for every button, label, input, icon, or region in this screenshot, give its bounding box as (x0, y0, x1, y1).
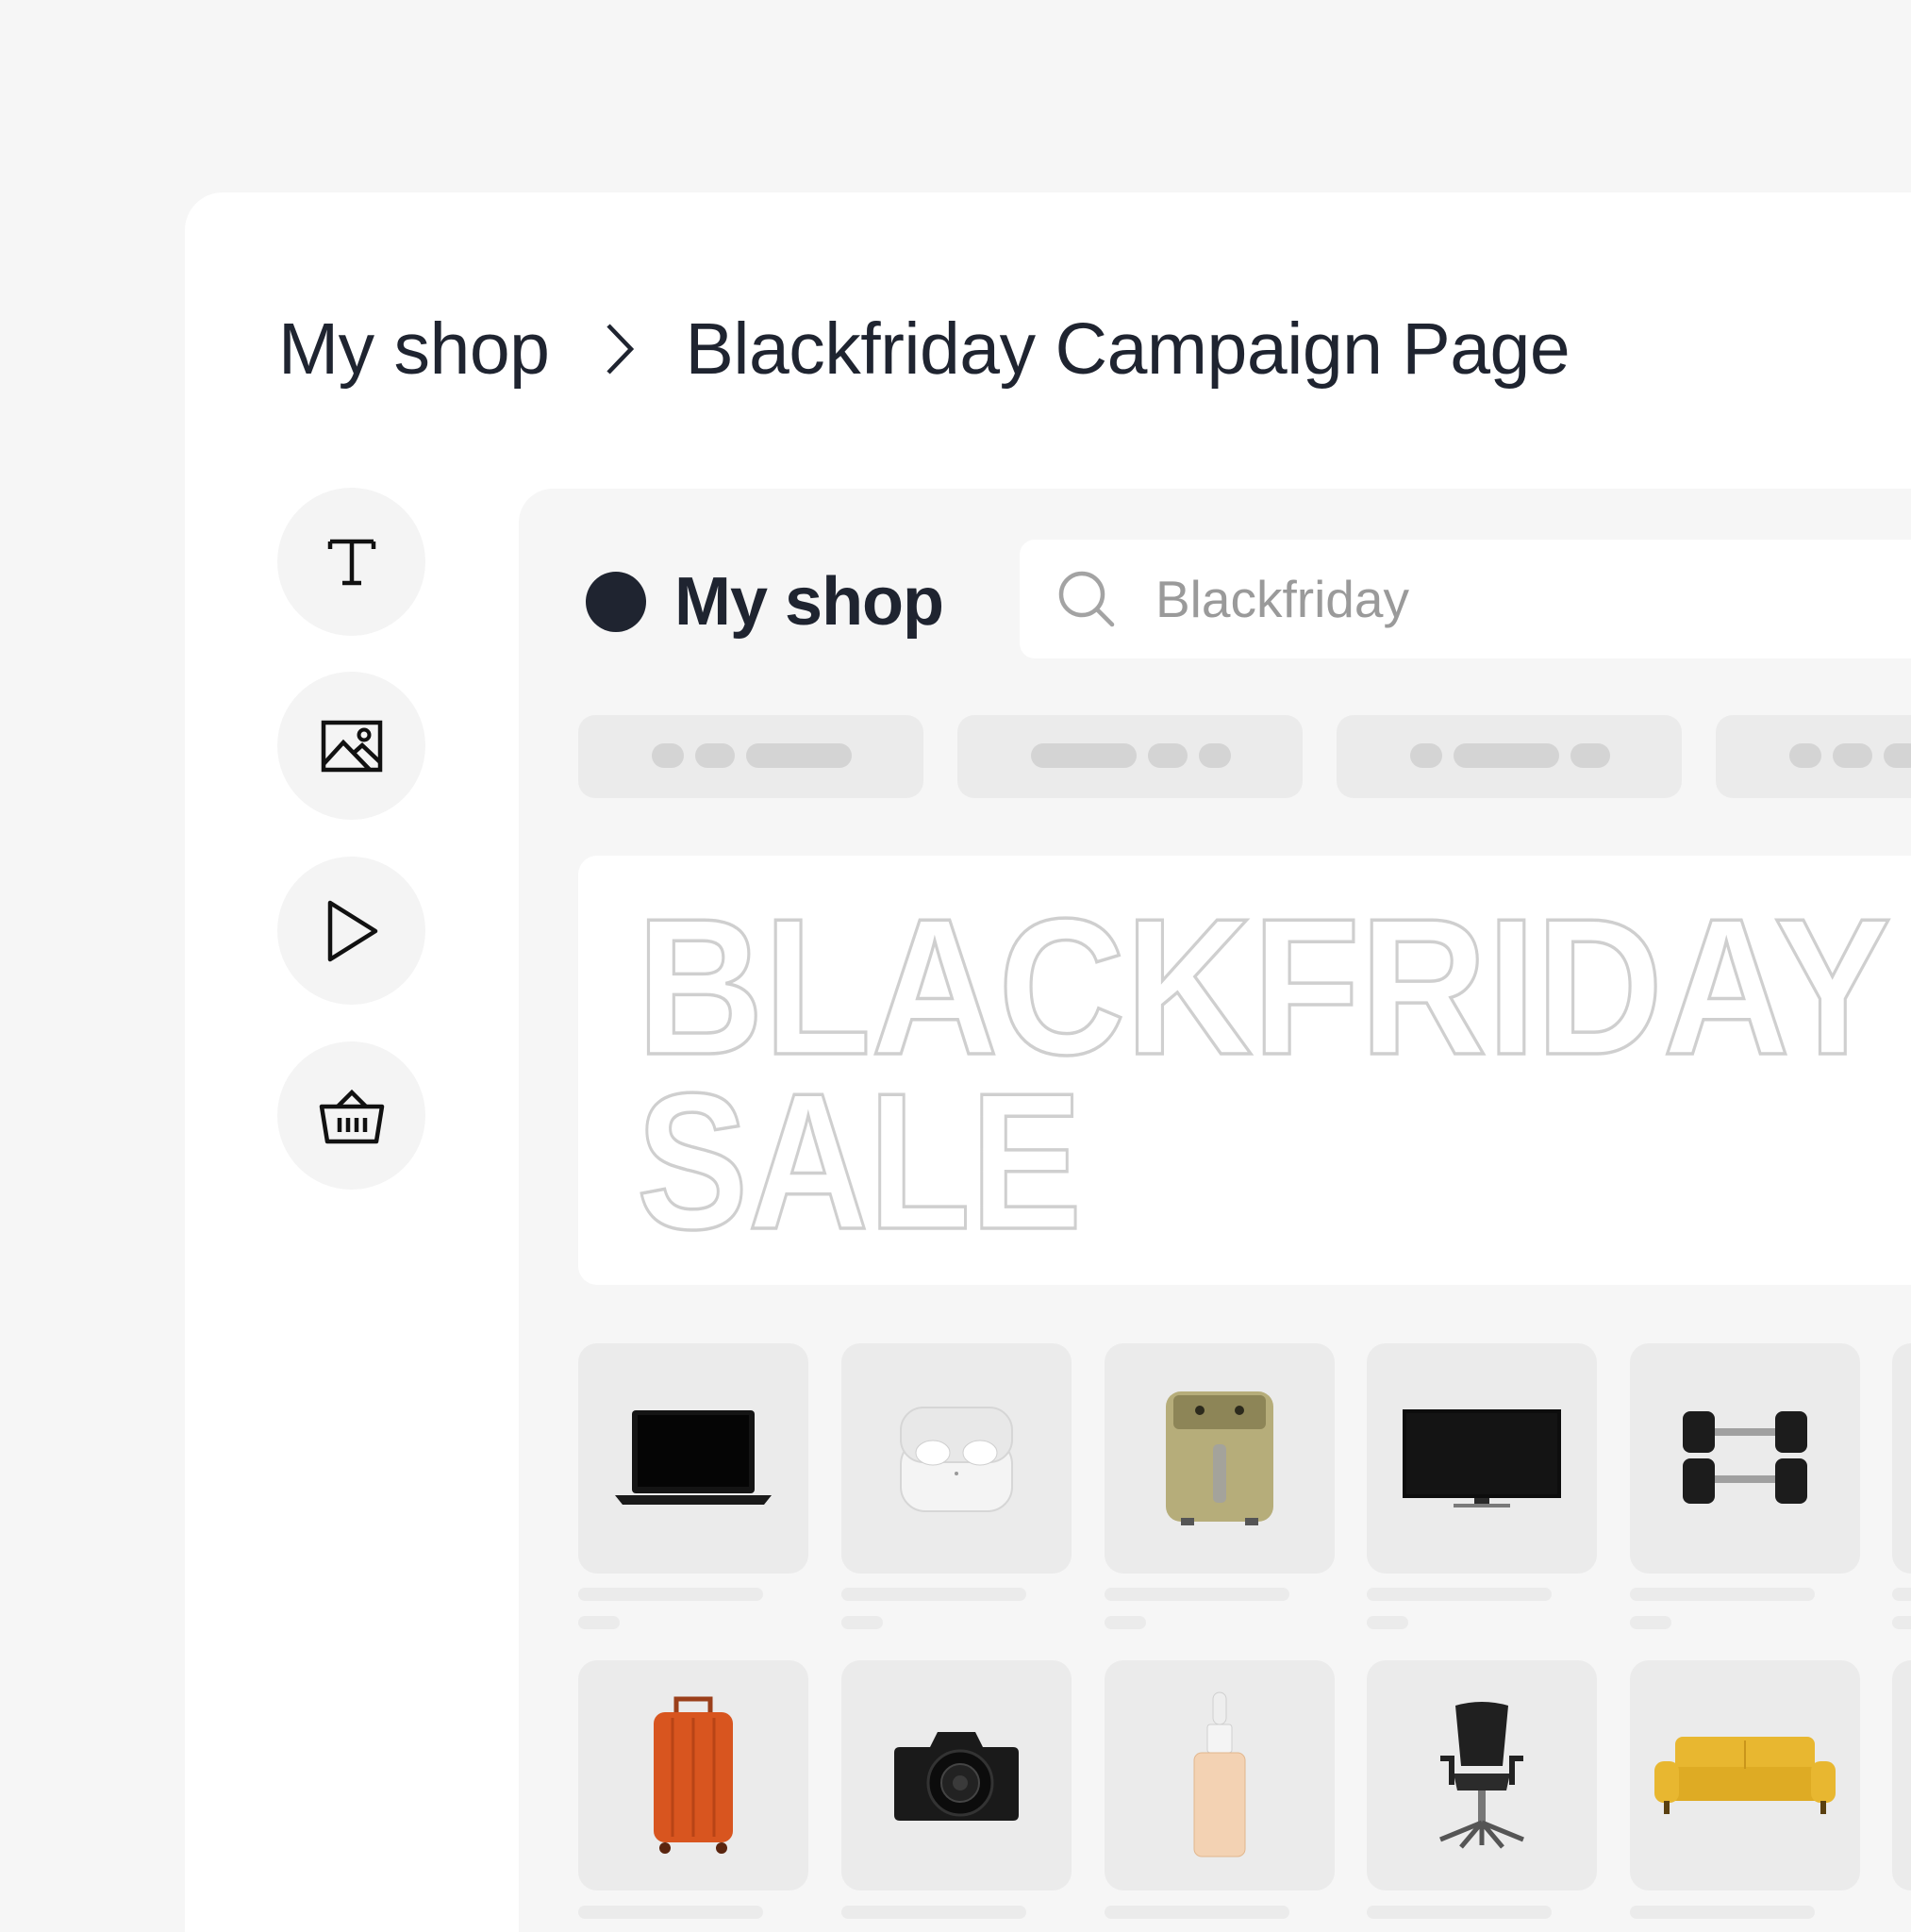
product-price-placeholder (578, 1616, 620, 1629)
basket-icon (319, 1089, 384, 1143)
hero-banner[interactable]: BLACKFRIDAY SALE (578, 856, 1911, 1285)
product-tile[interactable] (1105, 1660, 1335, 1890)
tv-icon (1403, 1409, 1561, 1507)
nav-pill[interactable] (1716, 715, 1911, 798)
product-title-placeholder (841, 1588, 1026, 1601)
product-title-placeholder (1630, 1588, 1815, 1601)
sofa-icon (1654, 1737, 1836, 1814)
breadcrumb: My shop Blackfriday Campaign Page (278, 307, 1570, 391)
product-tile[interactable] (841, 1660, 1072, 1890)
chevron-right-icon (606, 324, 634, 375)
text-tool-button[interactable] (277, 488, 425, 636)
product-tile[interactable] (1367, 1660, 1597, 1890)
nav-pill[interactable] (957, 715, 1303, 798)
product-tile[interactable] (1367, 1343, 1597, 1574)
product-price-placeholder (841, 1616, 883, 1629)
brand-name: My shop (674, 564, 944, 640)
product-price-placeholder (1892, 1616, 1911, 1629)
image-tool-button[interactable] (277, 672, 425, 820)
product-tile[interactable] (578, 1343, 808, 1574)
product-title-placeholder (578, 1588, 763, 1601)
play-icon (327, 900, 377, 961)
office-chair-icon (1439, 1702, 1524, 1849)
product-title-placeholder (1367, 1906, 1552, 1919)
product-title-placeholder (841, 1906, 1026, 1919)
product-title-placeholder (1105, 1906, 1289, 1919)
hero-line-2: SALE (637, 1053, 1082, 1270)
brand-logo-dot (586, 572, 646, 632)
product-tile[interactable] (578, 1660, 808, 1890)
suitcase-icon (654, 1696, 733, 1854)
hero-outline-text: BLACKFRIDAY SALE (635, 876, 1893, 1272)
search-icon (1058, 571, 1115, 627)
product-tile-partial[interactable] (1892, 1660, 1911, 1890)
serum-bottle-icon (1193, 1691, 1246, 1857)
shop-brand[interactable]: My shop (586, 561, 944, 642)
product-price-placeholder (1367, 1616, 1408, 1629)
video-tool-button[interactable] (277, 857, 425, 1005)
air-fryer-icon (1166, 1391, 1273, 1525)
product-title-placeholder (1630, 1906, 1815, 1919)
earbuds-icon (900, 1407, 1013, 1512)
product-tile[interactable] (1105, 1343, 1335, 1574)
product-price-placeholder (1630, 1616, 1671, 1629)
product-tile-partial[interactable] (1892, 1343, 1911, 1574)
product-tool-button[interactable] (277, 1041, 425, 1190)
product-title-placeholder (1105, 1588, 1289, 1601)
breadcrumb-current: Blackfriday Campaign Page (685, 308, 1570, 390)
dumbbells-icon (1683, 1411, 1807, 1504)
search-input[interactable] (1154, 568, 1818, 630)
breadcrumb-root[interactable]: My shop (278, 308, 550, 391)
product-tile[interactable] (1630, 1343, 1860, 1574)
product-tile[interactable] (1630, 1660, 1860, 1890)
product-price-placeholder (1105, 1616, 1146, 1629)
search-bar[interactable] (1020, 540, 1911, 658)
product-title-placeholder (1367, 1588, 1552, 1601)
product-title-placeholder (1892, 1588, 1911, 1601)
nav-pill[interactable] (1337, 715, 1682, 798)
product-tile[interactable] (841, 1343, 1072, 1574)
product-title-placeholder (578, 1906, 763, 1919)
laptop-icon (615, 1410, 772, 1505)
camera-icon (894, 1732, 1019, 1821)
image-icon (321, 720, 382, 772)
nav-pill[interactable] (578, 715, 923, 798)
text-icon (327, 539, 375, 585)
